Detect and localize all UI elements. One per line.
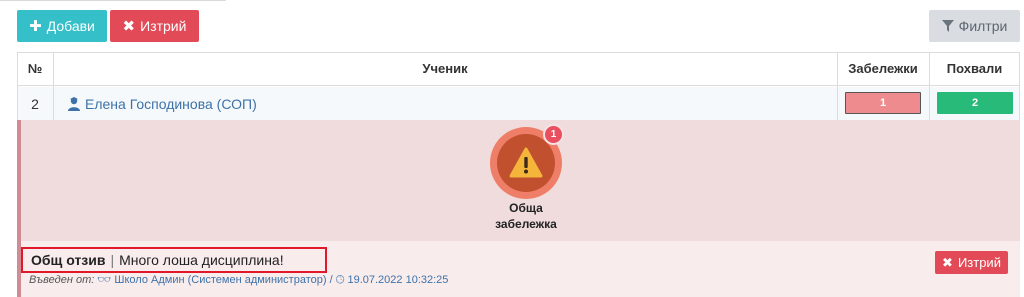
remarks-count-badge[interactable]: 1 xyxy=(845,92,921,114)
student-icon xyxy=(68,96,80,111)
col-header-number: № xyxy=(17,52,53,86)
delete-remark-button[interactable]: ✖ Изтрий xyxy=(935,251,1008,274)
delete-button[interactable]: ✖ Изтрий xyxy=(110,10,199,42)
col-divider xyxy=(929,52,930,120)
remark-category-panel: 1 Обща забележка xyxy=(17,120,1020,241)
clock-icon: 🕒︎ xyxy=(335,274,345,286)
remark-title: Общ отзив | Много лоша дисциплина! xyxy=(21,247,327,273)
meta-separator: / xyxy=(329,274,333,286)
author-link[interactable]: Школо Админ (Системен администратор) xyxy=(114,274,326,286)
add-button-label: Добави xyxy=(46,18,95,34)
category-count-badge: 1 xyxy=(543,124,564,145)
student-link[interactable]: Елена Господинова (СОП) xyxy=(85,96,257,112)
category-label: Обща забележка xyxy=(451,200,601,232)
row-number: 2 xyxy=(31,95,39,112)
col-divider xyxy=(837,52,838,120)
filter-icon xyxy=(941,20,954,32)
filter-button[interactable]: Филтри xyxy=(929,10,1020,42)
remark-type: Общ отзив xyxy=(31,252,106,268)
top-divider xyxy=(0,0,226,1)
delete-remark-label: Изтрий xyxy=(957,255,1001,270)
table-row[interactable]: 2 Елена Господинова (СОП) 1 2 xyxy=(17,87,1020,120)
col-header-student: Ученик xyxy=(53,52,837,86)
remark-text: Много лоша дисциплина! xyxy=(119,252,284,268)
col-divider xyxy=(53,52,54,120)
glasses-icon: 👓︎ xyxy=(97,274,112,286)
category-label-line2: забележка xyxy=(495,217,557,231)
col-header-remarks: Забележки xyxy=(837,52,929,86)
remark-separator: | xyxy=(110,252,115,268)
remark-entry: Общ отзив | Много лоша дисциплина! Въвед… xyxy=(17,241,1020,297)
add-button[interactable]: ✚ Добави xyxy=(17,10,107,42)
students-table: № Ученик Забележки Похвали 2 Елена Госпо… xyxy=(17,52,1020,120)
remark-meta: Въведен от: 👓︎ Школо Админ (Системен адм… xyxy=(29,273,448,287)
warning-icon xyxy=(509,147,543,178)
close-icon: ✖ xyxy=(942,255,953,270)
col-header-praises: Похвали xyxy=(929,52,1020,86)
delete-button-label: Изтрий xyxy=(140,18,187,34)
praises-count-badge[interactable]: 2 xyxy=(937,92,1013,114)
close-icon: ✖ xyxy=(122,17,136,35)
entered-by-label: Въведен от: xyxy=(29,274,95,286)
filter-button-label: Филтри xyxy=(958,18,1008,34)
student-cell: Елена Господинова (СОП) xyxy=(53,87,837,120)
remark-datetime: 19.07.2022 10:32:25 xyxy=(347,274,449,286)
table-border-right xyxy=(1019,52,1020,120)
table-border-left xyxy=(17,52,18,120)
category-label-line1: Обща xyxy=(509,201,543,215)
plus-icon: ✚ xyxy=(29,17,42,35)
